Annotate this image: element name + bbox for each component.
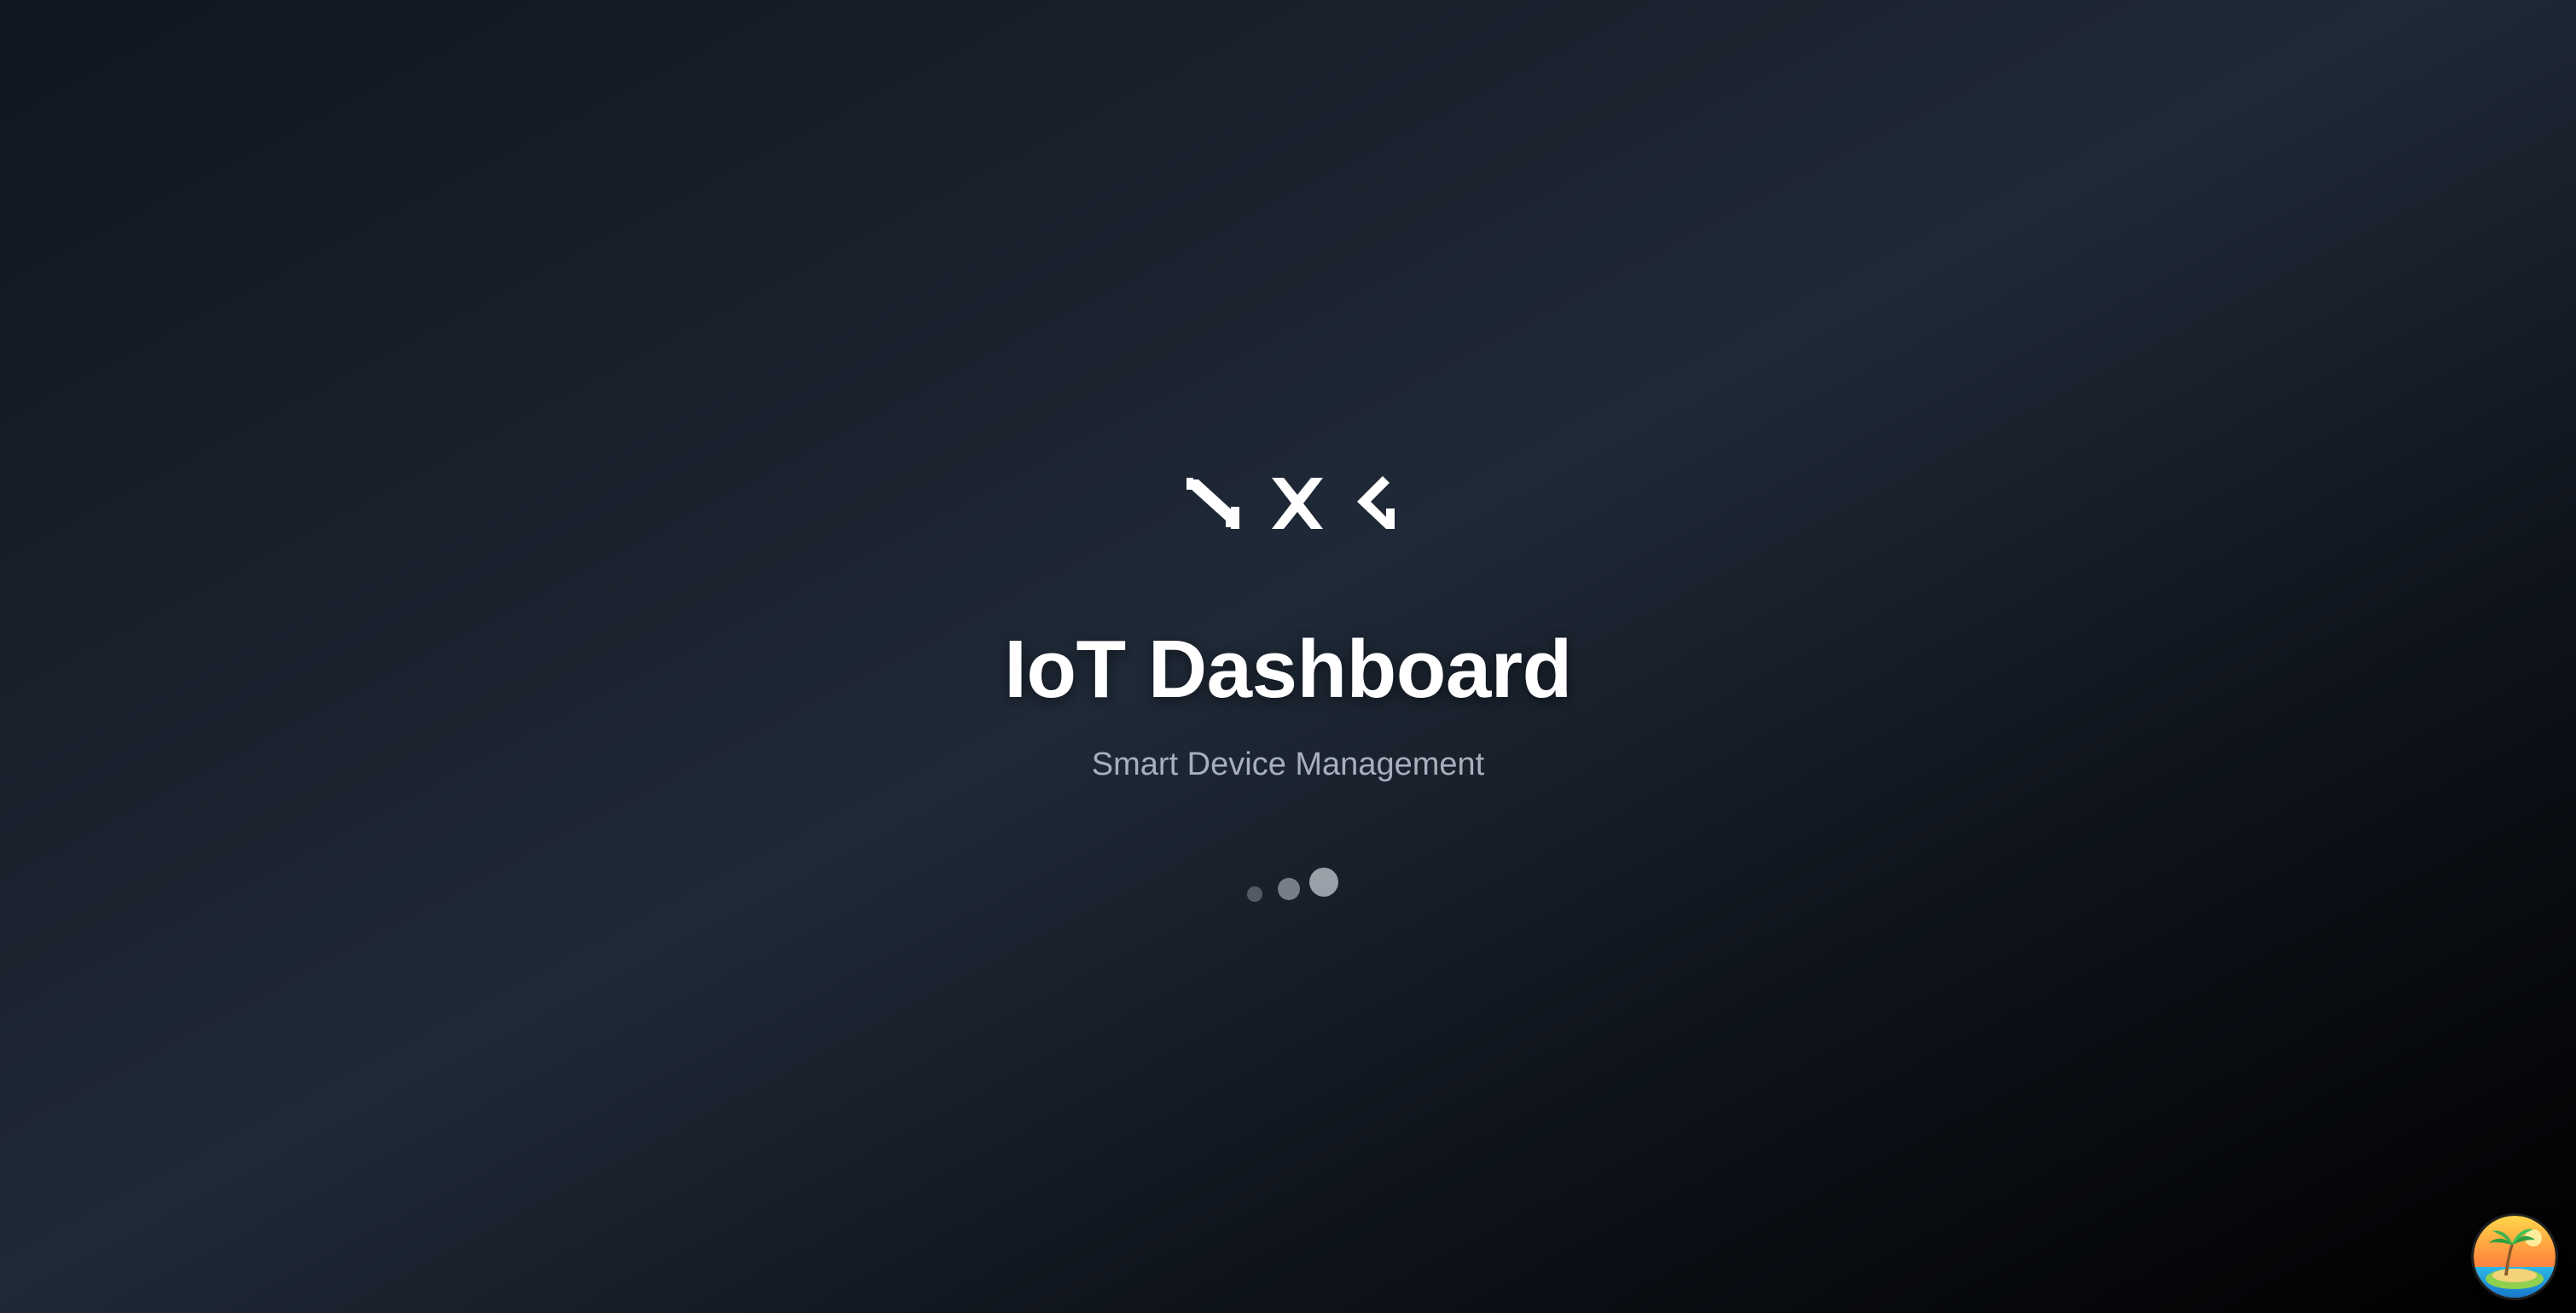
- app-title: IoT Dashboard: [1004, 624, 1572, 715]
- loading-screen: IoT Dashboard Smart Device Management: [0, 0, 2576, 1313]
- loading-dots-icon: [1237, 862, 1348, 921]
- app-subtitle: Smart Device Management: [1091, 747, 1485, 782]
- loading-dot: [1309, 868, 1338, 897]
- splash-container: IoT Dashboard Smart Device Management: [0, 0, 2576, 1313]
- loading-dot: [1247, 886, 1262, 902]
- loading-dot: [1278, 878, 1300, 900]
- tropical-island-avatar-icon[interactable]: [2474, 1216, 2556, 1298]
- nxg-logo-icon: [1181, 471, 1403, 532]
